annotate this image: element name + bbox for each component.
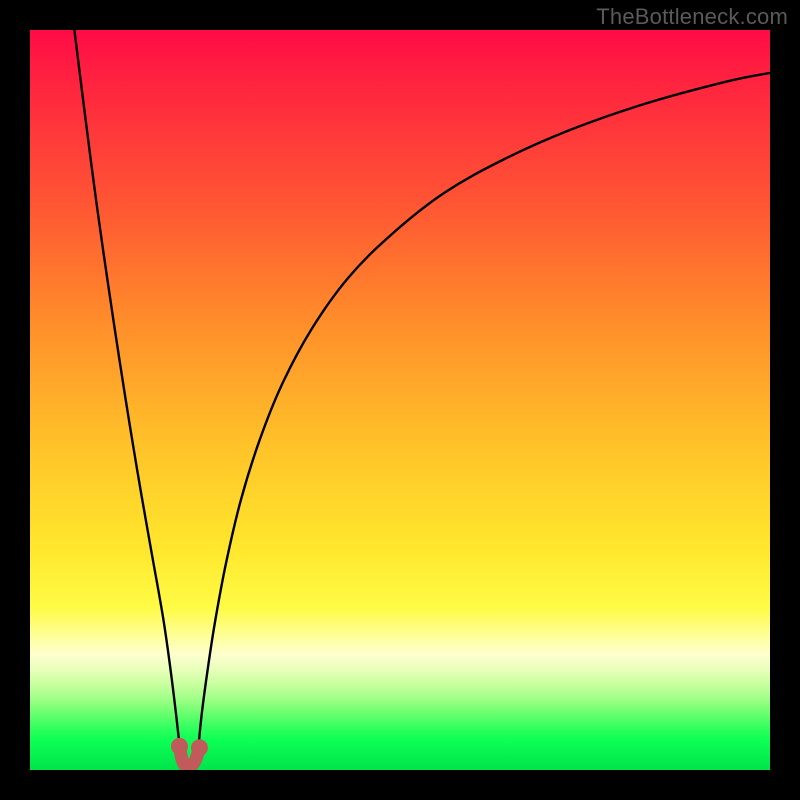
outer-frame: TheBottleneck.com [0,0,800,800]
valley-marker-dot-right [191,739,208,756]
curve-layer [30,30,770,770]
curve-left-branch [74,30,180,752]
watermark-text: TheBottleneck.com [596,4,788,30]
valley-marker-dot-left [171,738,188,755]
curve-right-branch [198,73,770,752]
gradient-plot-area [30,30,770,770]
